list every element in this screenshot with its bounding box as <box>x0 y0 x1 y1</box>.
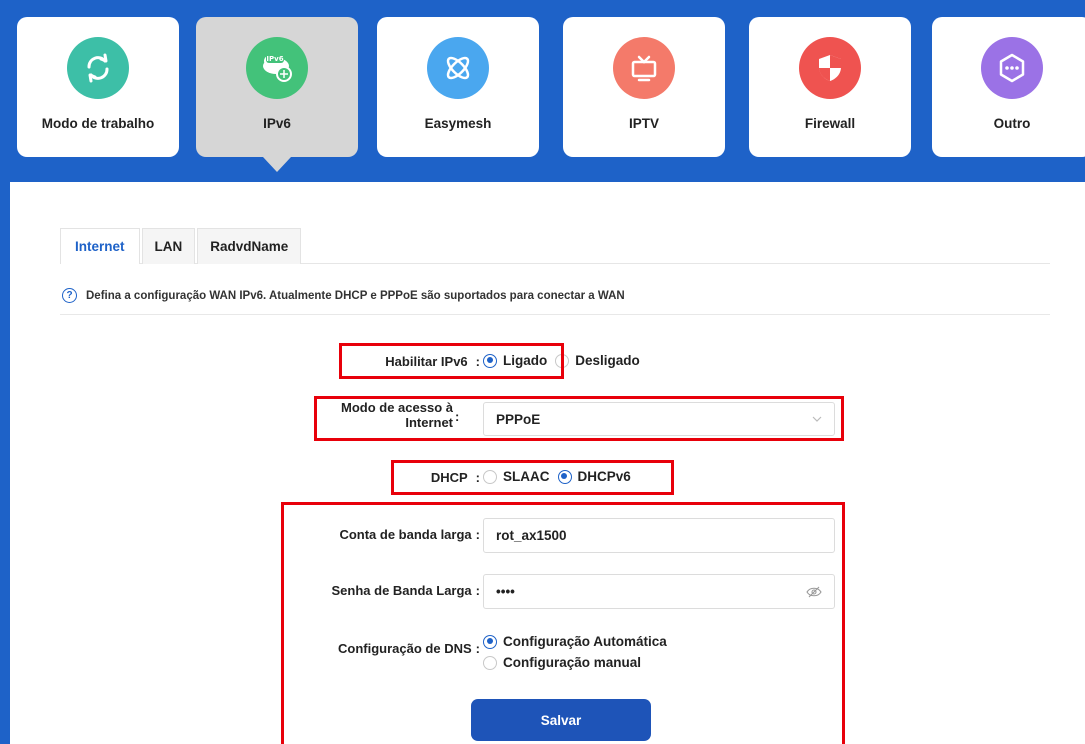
access-mode-value: PPPoE <box>496 411 541 427</box>
password-input[interactable]: •••• <box>483 574 835 609</box>
radio-dot <box>555 353 570 368</box>
radio-slaac[interactable]: SLAAC <box>483 469 550 484</box>
radio-ligado[interactable]: Ligado <box>483 353 547 368</box>
radio-dot <box>483 469 497 484</box>
radio-dhcpv6[interactable]: DHCPv6 <box>557 469 631 484</box>
settings-panel: Internet LAN RadvdName ? Defina a config… <box>10 182 1085 744</box>
tile-firewall[interactable]: Firewall <box>749 17 911 157</box>
account-value: rot_ax1500 <box>496 528 567 543</box>
access-mode-colon: : <box>455 409 460 424</box>
mesh-icon <box>427 37 489 99</box>
account-input[interactable]: rot_ax1500 <box>483 518 835 553</box>
tab-bar: Internet LAN RadvdName <box>60 228 1050 264</box>
shield-icon <box>799 37 861 99</box>
save-button[interactable]: Salvar <box>471 699 651 741</box>
tile-label: IPv6 <box>263 116 291 131</box>
password-label: Senha de Banda Larga: <box>331 583 481 598</box>
tv-icon <box>613 37 675 99</box>
enable-ipv6-label: Habilitar IPv6: <box>385 354 480 369</box>
tile-label: Outro <box>993 116 1031 131</box>
tile-iptv[interactable]: IPTV <box>563 17 725 157</box>
left-edge-bar <box>0 0 10 744</box>
dhcp-radio-group: SLAAC DHCPv6 <box>483 469 639 484</box>
tab-lan[interactable]: LAN <box>141 228 196 264</box>
divider <box>60 314 1050 315</box>
dhcp-label: DHCP: <box>430 470 480 485</box>
dns-radio-group: Configuração Automática Configuração man… <box>483 634 675 670</box>
eye-hidden-icon[interactable] <box>806 585 822 599</box>
tab-radvdname[interactable]: RadvdName <box>197 228 302 264</box>
tile-label: Modo de trabalho <box>41 116 155 131</box>
access-mode-select[interactable]: PPPoE <box>483 402 835 436</box>
tile-ipv6[interactable]: IPv6 IPv6 <box>196 17 358 172</box>
tile-label: Firewall <box>804 116 856 131</box>
ipv6-icon: IPv6 <box>246 37 308 99</box>
tile-label: IPTV <box>628 116 659 131</box>
radio-dot <box>483 655 497 670</box>
help-message: ? Defina a configuração WAN IPv6. Atualm… <box>62 288 625 303</box>
account-label: Conta de banda larga: <box>339 527 480 542</box>
dns-label: Configuração de DNS: <box>338 641 480 656</box>
radio-dns-manual[interactable]: Configuração manual <box>483 655 667 670</box>
help-icon: ? <box>62 288 77 303</box>
tab-internet[interactable]: Internet <box>60 228 140 264</box>
password-value: •••• <box>496 584 515 599</box>
tile-label: Easymesh <box>424 116 492 131</box>
tile-outro[interactable]: Outro <box>932 17 1085 157</box>
chevron-down-icon <box>812 416 822 422</box>
radio-desligado[interactable]: Desligado <box>555 353 640 368</box>
more-icon <box>981 37 1043 99</box>
radio-dot <box>483 634 497 649</box>
radio-dns-auto[interactable]: Configuração Automática <box>483 634 667 649</box>
enable-ipv6-radio-group: Ligado Desligado <box>483 353 648 368</box>
tile-modo-de-trabalho[interactable]: Modo de trabalho <box>17 17 179 157</box>
radio-dot <box>557 469 572 484</box>
radio-dot <box>483 353 497 368</box>
access-mode-label: Modo de acesso à Internet <box>341 400 453 430</box>
help-text: Defina a configuração WAN IPv6. Atualmen… <box>86 289 625 302</box>
tile-easymesh[interactable]: Easymesh <box>377 17 539 157</box>
sync-icon <box>67 37 129 99</box>
ipv6-badge-text: IPv6 <box>266 55 283 63</box>
